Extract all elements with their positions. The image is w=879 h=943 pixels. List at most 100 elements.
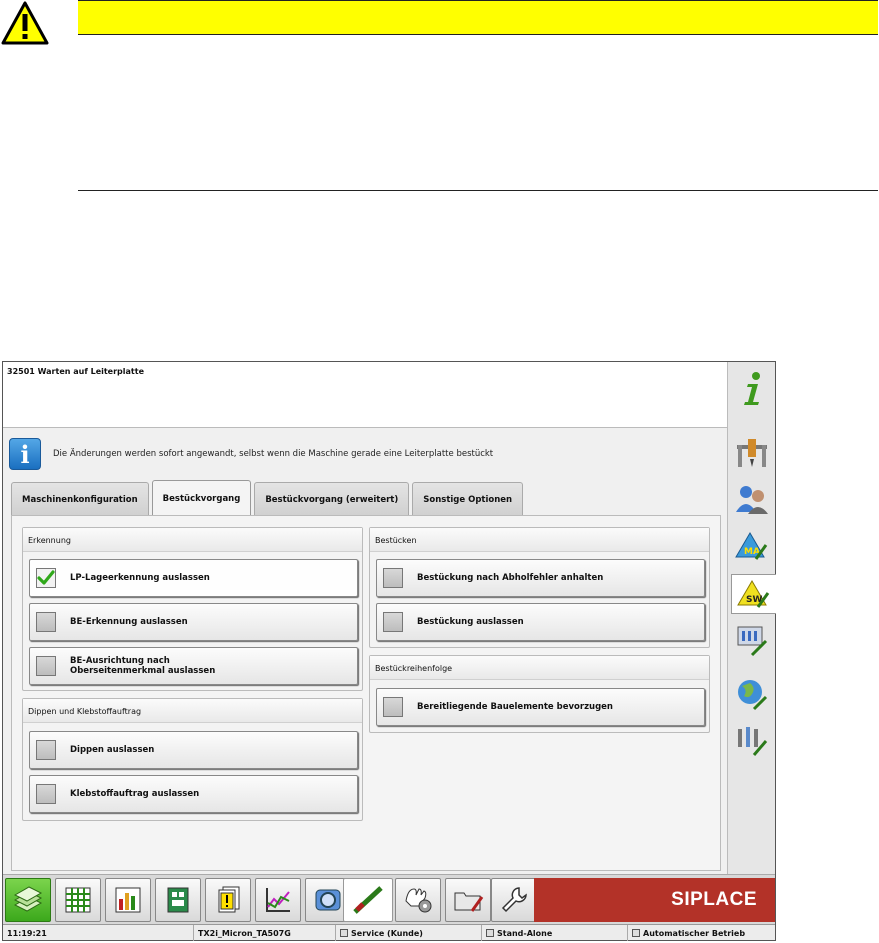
warning-cards-button[interactable] <box>205 878 251 922</box>
side-globe-button[interactable] <box>730 674 773 714</box>
bottom-toolbar: SIPLACE <box>3 874 775 924</box>
tools-icon <box>737 727 767 756</box>
option-label-line1: BE-Ausrichtung nach <box>70 656 170 666</box>
warning-triangle-icon <box>0 0 50 46</box>
side-toolbar: MA SW <box>727 362 776 874</box>
warning-bar <box>78 0 878 35</box>
group-dippen: Dippen und Klebstoffauftrag Dippen ausla… <box>22 698 363 821</box>
home-button[interactable] <box>5 878 51 922</box>
checkbox-box <box>383 612 403 632</box>
option-label: Dippen auslassen <box>70 745 155 755</box>
line-chart-icon <box>266 888 290 912</box>
side-ma-button[interactable]: MA <box>730 526 773 566</box>
tab-maschinenkonfiguration[interactable]: Maschinenkonfiguration <box>11 482 149 516</box>
bereitliegende-bauelemente-checkbox[interactable]: Bereitliegende Bauelemente bevorzugen <box>376 688 705 726</box>
globe-icon <box>737 680 767 711</box>
info-icon: i <box>9 438 41 470</box>
checkbox-box <box>36 784 56 804</box>
side-users-button[interactable] <box>730 479 773 519</box>
info-message: Die Änderungen werden sofort angewandt, … <box>53 449 494 459</box>
users-icon <box>735 486 768 514</box>
info-icon <box>743 372 760 405</box>
group-bestueckreihenfolge: Bestückreihenfolge Bereitliegende Bauele… <box>369 655 710 733</box>
folder-icon <box>454 892 484 912</box>
group-title: Erkennung <box>23 528 362 552</box>
hand-gear-icon <box>405 888 432 913</box>
klebstoffauftrag-checkbox[interactable]: Klebstoffauftrag auslassen <box>29 775 358 813</box>
group-erkennung: Erkennung LP-Lageerkennung auslassen BE-… <box>22 527 363 691</box>
wrench-icon <box>501 887 527 913</box>
option-label-line2: Oberseitenmerkmal auslassen <box>70 666 216 676</box>
status-user-text: Service (Kunde) <box>351 928 423 938</box>
checkmark-icon <box>36 568 56 588</box>
checkbox-box <box>383 697 403 717</box>
status-operation-text: Automatischer Betrieb <box>643 928 746 938</box>
option-label: BE-Erkennung auslassen <box>70 617 188 627</box>
camera-icon <box>315 889 341 911</box>
status-user: Service (Kunde) <box>335 925 481 941</box>
group-title: Bestücken <box>370 528 709 552</box>
nozzle-button[interactable] <box>343 878 393 922</box>
option-label: Klebstoffauftrag auslassen <box>70 789 200 799</box>
side-sw-button[interactable]: SW <box>731 574 776 614</box>
checkbox-box <box>36 656 56 676</box>
folder-button[interactable] <box>445 878 491 922</box>
tab-content: Erkennung LP-Lageerkennung auslassen BE-… <box>11 515 721 871</box>
sw-icon: SW <box>737 580 770 608</box>
group-title: Dippen und Klebstoffauftrag <box>23 699 362 723</box>
hand-gear-button[interactable] <box>395 878 441 922</box>
board-icon <box>167 887 189 913</box>
option-label: Bestückung nach Abholfehler anhalten <box>417 573 604 583</box>
bar-chart-button[interactable] <box>105 878 151 922</box>
tab-bar: Maschinenkonfiguration Bestückvorgang Be… <box>11 480 526 516</box>
dippen-checkbox[interactable]: Dippen auslassen <box>29 731 358 769</box>
warning-cards-icon <box>218 886 240 913</box>
group-title: Bestückreihenfolge <box>370 656 709 680</box>
status-operation: Automatischer Betrieb <box>627 925 775 941</box>
station-icon <box>737 626 767 657</box>
warning-divider <box>78 190 878 191</box>
bestueckung-auslassen-checkbox[interactable]: Bestückung auslassen <box>376 603 705 641</box>
machine-status-title: 32501 Warten auf Leiterplatte <box>3 362 727 428</box>
bestueckung-anhalten-checkbox[interactable]: Bestückung nach Abholfehler anhalten <box>376 559 705 597</box>
checkbox-box <box>36 612 56 632</box>
user-icon <box>340 929 348 937</box>
status-recipe: TX2i_Micron_TA507G <box>193 925 335 941</box>
option-label: Bereitliegende Bauelemente bevorzugen <box>417 702 613 712</box>
status-mode-text: Stand-Alone <box>497 928 553 938</box>
operation-icon <box>632 929 640 937</box>
checkbox-box <box>36 740 56 760</box>
bar-chart-icon <box>115 887 141 913</box>
option-label: BE-Ausrichtung nach Oberseitenmerkmal au… <box>70 656 215 676</box>
ma-icon: MA <box>734 532 767 560</box>
grid-icon <box>65 887 91 913</box>
line-chart-button[interactable] <box>255 878 301 922</box>
wrench-button[interactable] <box>491 878 537 922</box>
lp-lageerkennung-checkbox[interactable]: LP-Lageerkennung auslassen <box>29 559 358 597</box>
info-row: i Die Änderungen werden sofort angewandt… <box>9 436 725 472</box>
status-bar: 11:19:21 TX2i_Micron_TA507G Service (Kun… <box>3 924 775 941</box>
option-label: LP-Lageerkennung auslassen <box>70 573 210 583</box>
machine-icon <box>736 439 767 467</box>
home-icon <box>13 886 43 912</box>
siplace-logo: SIPLACE <box>534 878 775 922</box>
group-bestuecken: Bestücken Bestückung nach Abholfehler an… <box>369 527 710 648</box>
checkbox-box <box>383 568 403 588</box>
be-erkennung-checkbox[interactable]: BE-Erkennung auslassen <box>29 603 358 641</box>
tab-bestueckvorgang-erweitert[interactable]: Bestückvorgang (erweitert) <box>254 482 410 516</box>
side-tools-button[interactable] <box>730 720 773 760</box>
option-label: Bestückung auslassen <box>417 617 524 627</box>
be-ausrichtung-checkbox[interactable]: BE-Ausrichtung nach Oberseitenmerkmal au… <box>29 647 358 685</box>
tab-bestueckvorgang[interactable]: Bestückvorgang <box>151 480 252 516</box>
status-time: 11:19:21 <box>7 928 47 938</box>
grid-button[interactable] <box>55 878 101 922</box>
side-machine-button[interactable] <box>730 432 773 472</box>
tab-sonstige-optionen[interactable]: Sonstige Optionen <box>412 482 524 516</box>
siplace-window: 32501 Warten auf Leiterplatte i Die Ände… <box>2 361 776 941</box>
nozzle-icon <box>353 886 383 914</box>
status-mode: Stand-Alone <box>481 925 627 941</box>
board-button[interactable] <box>155 878 201 922</box>
side-info-button[interactable] <box>730 368 773 408</box>
mode-icon <box>486 929 494 937</box>
side-station-button[interactable] <box>730 620 773 660</box>
